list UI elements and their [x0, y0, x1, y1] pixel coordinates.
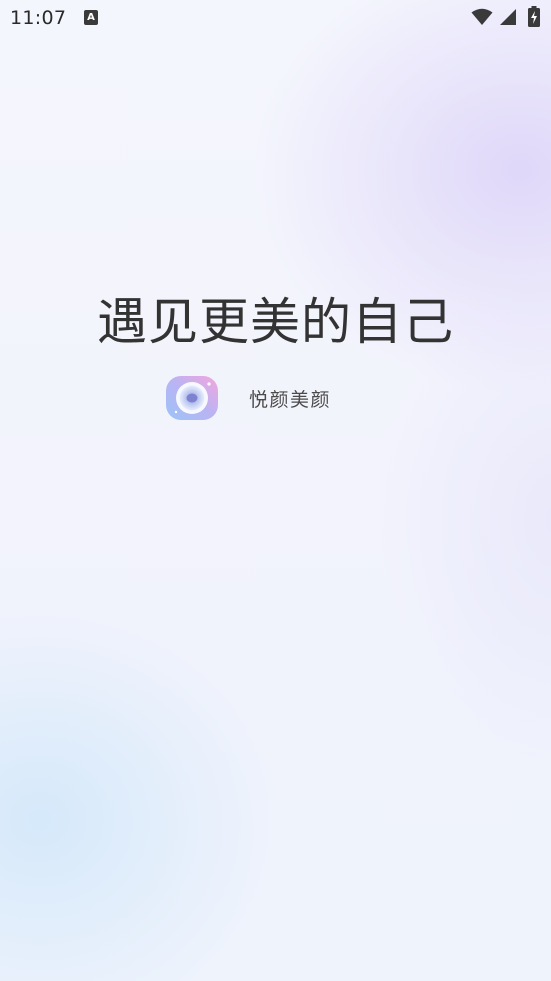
- brand-name: 悦颜美颜: [249, 389, 332, 411]
- slogan-text: 遇见更美的自己: [97, 293, 454, 351]
- camera-lens-logo-icon: [166, 376, 218, 420]
- status-bar: 11:07 A: [0, 0, 551, 36]
- battery-charging-icon: [528, 6, 540, 27]
- wifi-icon: [471, 8, 493, 25]
- a-icon: A: [84, 10, 98, 25]
- status-time: 11:07: [10, 7, 67, 29]
- signal-icon: [500, 9, 516, 25]
